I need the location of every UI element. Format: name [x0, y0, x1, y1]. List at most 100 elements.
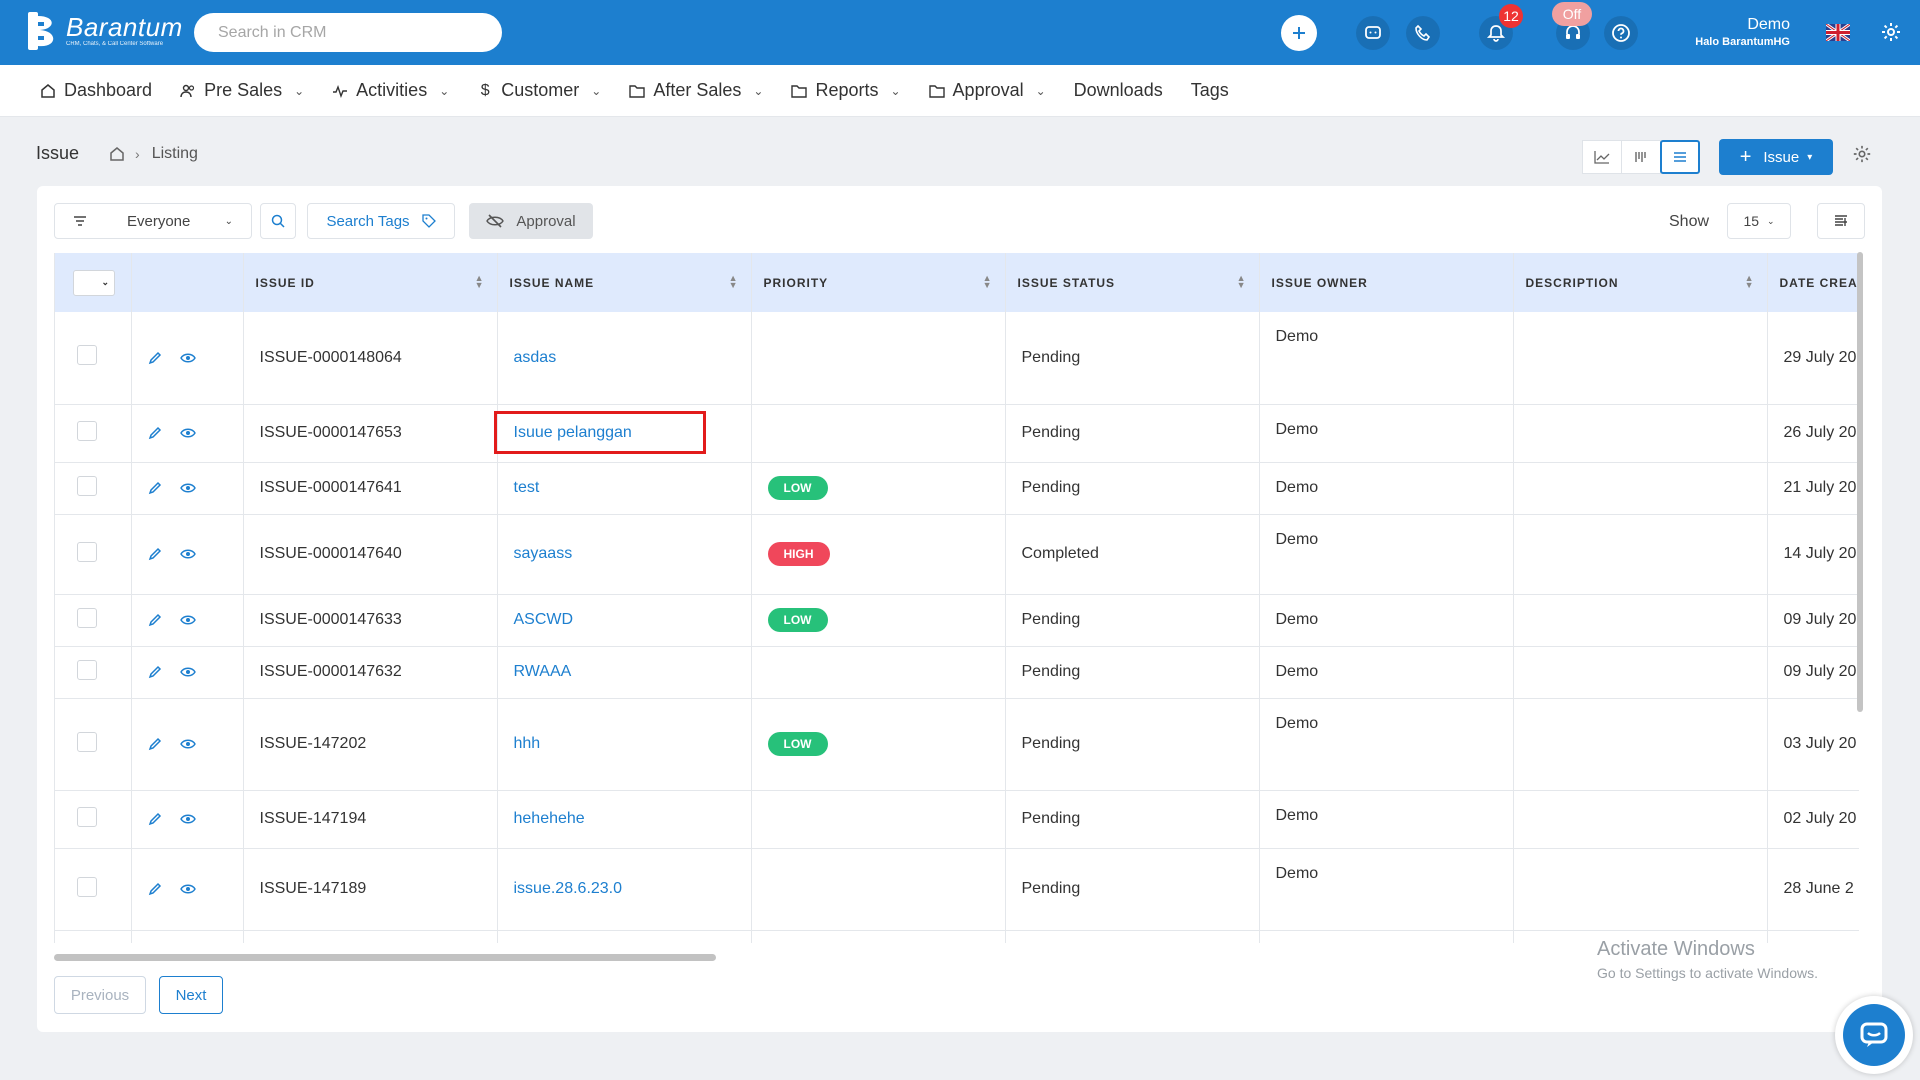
table-row[interactable]: ISSUE-147189 issue.28.6.23.0 Pending Demo 28… — [55, 848, 1859, 931]
row-checkbox[interactable] — [77, 659, 97, 680]
nav-approval[interactable]: Approval ⌄ — [928, 80, 1046, 101]
sort-icon[interactable]: ▲ ▼ — [1745, 274, 1755, 290]
issue-name-link[interactable]: Isuue pelanggan — [497, 404, 752, 463]
nav-activities[interactable]: Activities ⌄ — [332, 80, 449, 101]
issue-name-link[interactable]: RWAAA — [497, 646, 752, 699]
edit-pencil-icon[interactable] — [148, 882, 162, 896]
uk-flag-icon[interactable] — [1825, 22, 1851, 43]
view-eye-icon[interactable] — [179, 482, 196, 494]
row-checkbox[interactable] — [77, 345, 97, 366]
description-cell — [1513, 594, 1768, 647]
edit-pencil-icon[interactable] — [148, 665, 162, 679]
issue-name-link[interactable]: sayaass — [497, 514, 752, 595]
table-row[interactable]: ISSUE-0000148064 asdas Pending Demo 29 July … — [55, 312, 1859, 405]
help-button[interactable] — [1604, 16, 1638, 50]
edit-pencil-icon[interactable] — [148, 351, 162, 365]
sort-icon[interactable]: ▲ ▼ — [983, 274, 993, 290]
previous-page-button[interactable]: Previous — [54, 976, 146, 1014]
next-page-button[interactable]: Next — [159, 976, 223, 1014]
page-size-select[interactable]: 15 ⌄ — [1727, 203, 1791, 239]
edit-pencil-icon[interactable] — [148, 426, 162, 440]
header-issue-status[interactable]: ISSUE STATUS ▲ ▼ — [1005, 253, 1260, 312]
view-eye-icon[interactable] — [179, 548, 196, 560]
view-eye-icon[interactable] — [179, 813, 196, 825]
row-checkbox[interactable] — [77, 420, 97, 441]
row-checkbox[interactable] — [77, 607, 97, 628]
edit-pencil-icon[interactable] — [148, 812, 162, 826]
select-all-checkbox[interactable]: ⌄ — [73, 269, 115, 296]
issue-name-link[interactable]: test — [497, 462, 752, 515]
view-eye-icon[interactable] — [179, 352, 196, 364]
add-issue-button[interactable]: + Issue ▾ — [1719, 139, 1833, 175]
edit-pencil-icon[interactable] — [148, 737, 162, 751]
chart-view-button[interactable] — [1582, 140, 1622, 174]
header-date-created[interactable]: DATE CREA — [1767, 253, 1859, 312]
search-tags-button[interactable]: Search Tags — [307, 203, 455, 239]
issue-name-link[interactable]: issue.28.6.23.0 — [497, 848, 752, 931]
header-issue-owner[interactable]: ISSUE OWNER — [1259, 253, 1514, 312]
table-row[interactable]: ISSUE-0000147640 sayaass HIGH Completed Demo… — [55, 514, 1859, 595]
table-row[interactable]: ISSUE-0000147641 test LOW Pending Demo 21 Jul… — [55, 462, 1859, 515]
row-checkbox[interactable] — [77, 541, 97, 562]
kanban-view-button[interactable] — [1621, 140, 1661, 174]
agent-status-button[interactable]: Off — [1552, 2, 1592, 50]
nav-reports[interactable]: Reports ⌄ — [791, 80, 901, 101]
settings-gear-icon[interactable] — [1880, 21, 1902, 43]
list-view-button[interactable] — [1660, 140, 1700, 174]
row-checkbox[interactable] — [77, 806, 97, 827]
nav-after-sales[interactable]: After Sales ⌄ — [629, 80, 763, 101]
issue-name-link[interactable]: hhh — [497, 698, 752, 791]
vertical-scrollbar[interactable] — [1857, 252, 1863, 712]
view-eye-icon[interactable] — [179, 666, 196, 678]
header-issue-id[interactable]: ISSUE ID ▲ ▼ — [243, 253, 498, 312]
edit-pencil-icon[interactable] — [148, 547, 162, 561]
header-description[interactable]: DESCRIPTION ▲ ▼ — [1513, 253, 1768, 312]
view-eye-icon[interactable] — [179, 738, 196, 750]
row-checkbox[interactable] — [77, 731, 97, 752]
edit-pencil-icon[interactable] — [148, 613, 162, 627]
table-row[interactable]: ISSUE-0000147632 RWAAA Pending Demo 09 July … — [55, 646, 1859, 699]
table-row[interactable]: ISSUE-147194 hehehehe Pending Demo 02 July 2… — [55, 790, 1859, 849]
sort-icon[interactable]: ▲ ▼ — [1237, 274, 1247, 290]
quick-add-button[interactable] — [1281, 15, 1317, 51]
issue-name-link[interactable]: XCZXCXZC — [497, 930, 752, 943]
nav-downloads[interactable]: Downloads — [1074, 80, 1163, 101]
sort-icon[interactable]: ▲ ▼ — [729, 274, 739, 290]
nav-tags[interactable]: Tags — [1191, 80, 1229, 101]
phone-button[interactable] — [1406, 16, 1440, 50]
table-row[interactable]: ISSUE-0000147653 Isuue pelanggan Pending De… — [55, 404, 1859, 463]
notifications-button[interactable]: 12 — [1479, 4, 1523, 50]
view-eye-icon[interactable] — [179, 883, 196, 895]
home-icon[interactable] — [109, 146, 125, 162]
page-settings-gear-icon[interactable] — [1852, 144, 1872, 164]
user-name: Demo — [1747, 16, 1790, 33]
sort-icon[interactable]: ▲ ▼ — [475, 274, 485, 290]
header-priority[interactable]: PRIORITY ▲ ▼ — [751, 253, 1006, 312]
column-settings-button[interactable] — [1817, 203, 1865, 239]
chat-button[interactable] — [1356, 16, 1390, 50]
nav-pre-sales[interactable]: Pre Sales ⌄ — [180, 80, 304, 101]
approval-toggle-button[interactable]: Approval — [469, 203, 593, 239]
view-eye-icon[interactable] — [179, 427, 196, 439]
view-eye-icon[interactable] — [179, 614, 196, 626]
issue-name-link[interactable]: ASCWD — [497, 594, 752, 647]
live-chat-button[interactable] — [1835, 996, 1913, 1074]
header-issue-name[interactable]: ISSUE NAME ▲ ▼ — [497, 253, 752, 312]
search-button[interactable] — [260, 203, 296, 239]
horizontal-scrollbar[interactable] — [54, 954, 716, 961]
nav-customer[interactable]: $ Customer ⌄ — [477, 80, 602, 101]
crm-search-input[interactable] — [194, 13, 502, 52]
nav-dashboard[interactable]: Dashboard — [40, 80, 152, 101]
table-row[interactable]: ISSUE-0000147633 ASCWD LOW Pending Demo 09 Ju… — [55, 594, 1859, 647]
edit-pencil-icon[interactable] — [148, 481, 162, 495]
user-menu[interactable]: Demo Halo BarantumHG — [1680, 15, 1790, 49]
owner-filter-select[interactable]: Everyone ⌄ — [54, 203, 252, 239]
issue-id-cell: ISSUE-0000147640 — [243, 514, 498, 595]
issue-name-link[interactable]: asdas — [497, 312, 752, 405]
row-checkbox[interactable] — [77, 475, 97, 496]
logo[interactable]: Barantum CRM, Chats, & Call Center Softw… — [26, 12, 183, 50]
row-checkbox[interactable] — [77, 876, 97, 897]
issue-name-link[interactable]: hehehehe — [497, 790, 752, 849]
table-row[interactable]: ISSUE-0000146571XCZXCXZCPendingDemo19 Ju… — [55, 930, 1859, 943]
table-row[interactable]: ISSUE-147202 hhh LOW Pending Demo 03 July 20 — [55, 698, 1859, 791]
